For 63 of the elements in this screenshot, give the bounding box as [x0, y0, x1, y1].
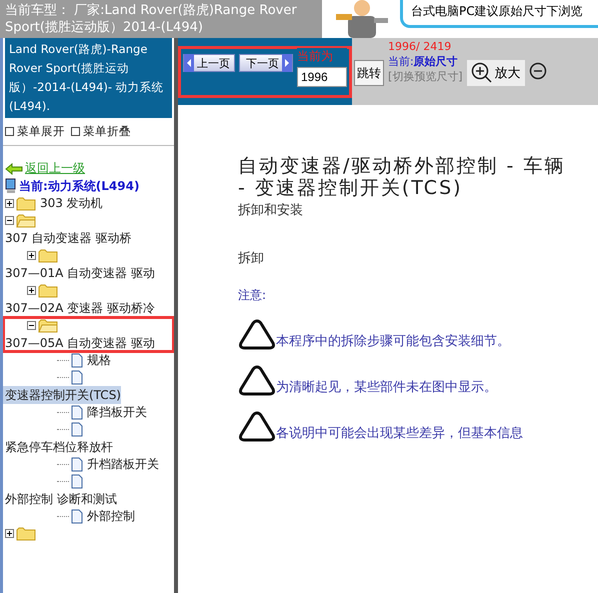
tree-item[interactable]: 变速器控制开关(TCS) — [3, 386, 121, 404]
previous-page-button[interactable]: 上一页 — [183, 54, 235, 72]
document-icon — [71, 457, 83, 472]
document-icon — [71, 422, 83, 437]
vehicle-line: 当前车型： 厂家:Land Rover(路虎)Range Rover — [5, 2, 298, 19]
warning-triangle-icon — [238, 364, 276, 396]
expand-icon[interactable] — [5, 199, 14, 208]
tree-item[interactable]: 307—02A 变速器 驱动桥冷 — [3, 299, 156, 317]
zoom-in-button[interactable]: 放大 — [466, 60, 525, 86]
tree-item[interactable]: 307—05A 自动变速器 驱动 — [3, 334, 156, 352]
section-heading: 拆卸 — [238, 250, 265, 267]
tree-item[interactable]: 紧急停车档位释放杆 — [3, 438, 113, 456]
folder-icon — [38, 284, 58, 298]
tree-item[interactable]: 规格 — [85, 352, 113, 369]
page-number-field[interactable]: 1996 — [297, 67, 347, 87]
zoom-in-icon — [470, 62, 493, 84]
folder-icon — [16, 196, 36, 210]
folder-icon — [16, 214, 36, 228]
collapse-icon[interactable] — [5, 216, 14, 225]
jump-button[interactable]: 跳转 — [354, 60, 384, 86]
menu-toggle-button[interactable]: 菜单折叠 — [71, 124, 131, 139]
note-text: 为清晰起见，某些部件未在图中显示。 — [276, 379, 497, 396]
folder-icon — [38, 318, 58, 332]
document-icon — [71, 509, 83, 524]
back-arrow-icon — [5, 162, 23, 174]
current-page-label: 当前为 — [297, 48, 334, 65]
expand-icon[interactable] — [5, 529, 14, 538]
current-size: 当前:原始尺寸 — [388, 54, 458, 69]
expand-icon[interactable] — [27, 251, 36, 260]
collapse-icon[interactable] — [27, 321, 36, 330]
list-icon — [71, 127, 80, 136]
folder-icon — [38, 248, 58, 262]
warning-triangle-icon — [238, 410, 276, 442]
tree-item[interactable]: 升档踏板开关 — [85, 456, 161, 473]
warning-triangle-icon — [238, 318, 276, 350]
expand-icon[interactable] — [27, 286, 36, 295]
tree-item[interactable]: 307—01A 自动变速器 驱动 — [3, 264, 156, 282]
back-link[interactable]: 返回上一级 — [25, 160, 85, 177]
model-title: Land Rover(路虎)-Range Rover Sport(揽胜运动版）-2014-(L494)- 动力系统(L494). — [5, 38, 172, 118]
note-text: 本程序中的拆除步骤可能包含安装细节。 — [276, 333, 510, 350]
current-location: 当前:动力系统(L494) — [19, 178, 140, 194]
note-text: 各说明中可能会出现某些差异，但基本信息 — [276, 425, 523, 442]
list-icon — [5, 127, 14, 136]
document-title: 自动变速器/驱动桥外部控制 - 车辆 — [238, 155, 566, 177]
folder-icon — [16, 526, 36, 540]
tree-item[interactable]: 303 发动机 — [38, 195, 105, 212]
document-icon — [71, 474, 83, 489]
note-heading: 注意: — [238, 287, 268, 304]
menu-toggle-button[interactable]: 菜单展开 — [5, 124, 65, 139]
document-icon — [71, 353, 83, 368]
tree-item[interactable]: 外部控制 诊断和测试 — [3, 490, 117, 508]
computer-icon — [5, 178, 17, 194]
browse-tip: 台式电脑PC建议原始尺寸下浏览 — [400, 0, 598, 28]
tree-item[interactable]: 外部控制 — [85, 508, 137, 525]
page-count: 1996/ 2419 — [388, 39, 452, 54]
document-icon — [71, 370, 83, 385]
tree-item[interactable]: 降挡板开关 — [85, 404, 149, 421]
next-page-button[interactable]: 下一页 — [239, 54, 293, 72]
vehicle-line: Sport(揽胜运动版）2014-(L494) — [5, 19, 204, 36]
tree-item[interactable]: 307 自动变速器 驱动桥 — [3, 229, 132, 247]
document-title: - 变速器控制开关(TCS) — [238, 177, 464, 199]
document-subtitle: 拆卸和安装 — [238, 202, 304, 219]
document-icon — [71, 405, 83, 420]
